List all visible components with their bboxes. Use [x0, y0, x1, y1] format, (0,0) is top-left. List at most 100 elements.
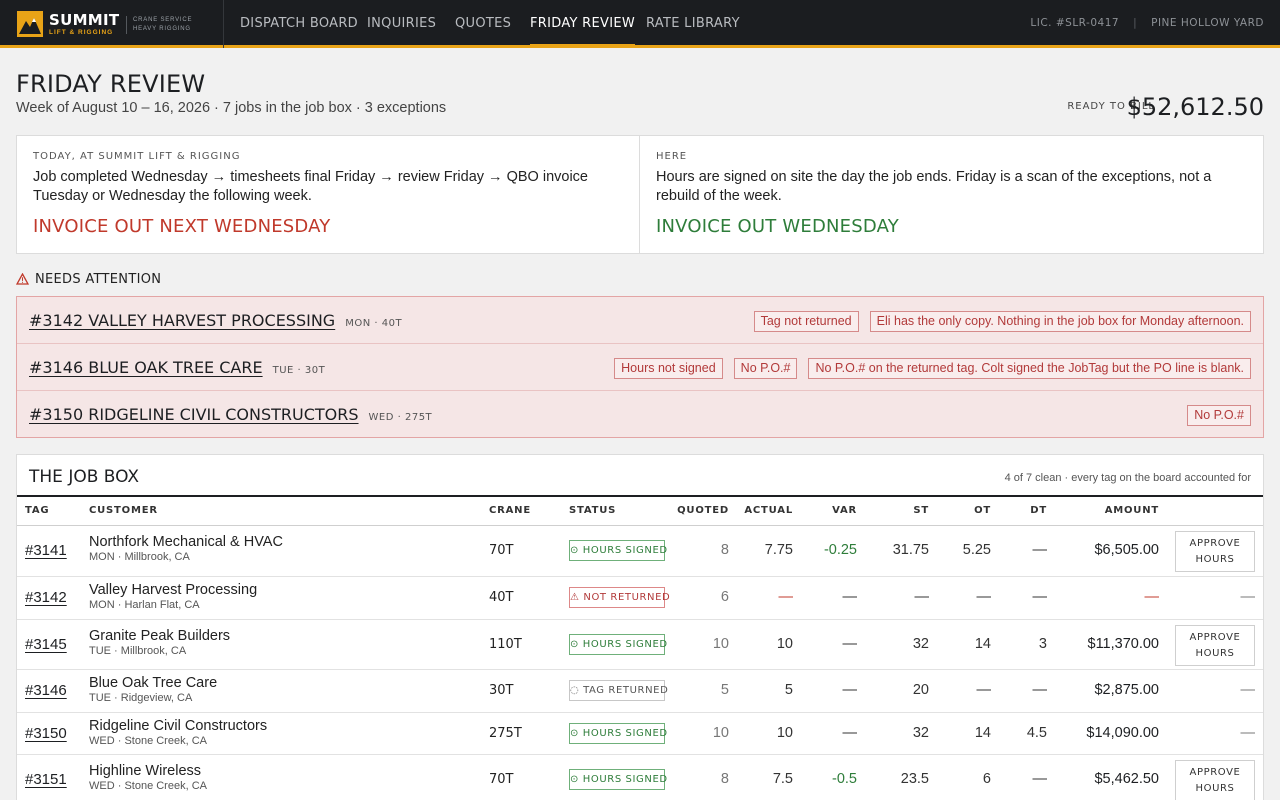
nav-inquiries[interactable]: INQUIRIES: [367, 0, 436, 48]
dt-hours: 3: [1038, 636, 1047, 652]
approve-label: HOURS: [1195, 554, 1235, 565]
quoted-hours: 10: [712, 636, 729, 652]
customer-name: Valley Harvest Processing: [89, 582, 258, 598]
brand-logo[interactable]: SUMMIT LIFT & RIGGING CRANE SERVICE HEAV…: [0, 0, 224, 48]
attention-job-link[interactable]: #3150 RIDGELINE CIVIL CONSTRUCTORS WED · …: [29, 405, 432, 424]
job-box-summary: 4 of 7 clean · every tag on the board ac…: [1004, 472, 1251, 484]
actual-hours: 10: [776, 636, 793, 652]
attention-job-meta: MON · 40T: [345, 318, 403, 329]
tag-link[interactable]: #3145: [25, 636, 67, 653]
approve-hours-button[interactable]: APPROVE HOURS: [1175, 625, 1255, 666]
status-badge: ⚠ NOT RETURNED: [569, 587, 670, 608]
nav-dispatch-board[interactable]: DISPATCH BOARD: [240, 0, 358, 48]
col-header-tag[interactable]: TAG: [25, 505, 49, 516]
amount: $5,462.50: [1094, 771, 1159, 787]
col-header-crane[interactable]: CRANE: [489, 505, 531, 516]
table-row[interactable]: #3145 Granite Peak Builders TUE · Millbro…: [17, 620, 1263, 670]
attention-job-meta: WED · 275T: [368, 412, 433, 423]
nav-friday-review[interactable]: FRIDAY REVIEW: [530, 0, 636, 48]
customer-name: Granite Peak Builders: [89, 628, 231, 644]
exception-chip: No P.O.#: [733, 358, 798, 379]
col-header-ot[interactable]: OT: [931, 505, 991, 516]
col-header-amount[interactable]: AMOUNT: [1059, 505, 1159, 516]
tag-link[interactable]: #3150: [25, 725, 67, 742]
amount: $6,505.00: [1094, 542, 1159, 558]
variance: -0.25: [823, 542, 857, 558]
check-circle-icon: ⊙: [570, 774, 579, 785]
exception-chip: Tag not returned: [753, 311, 859, 332]
col-header-actual[interactable]: ACTUAL: [733, 505, 793, 516]
attention-row[interactable]: #3150 RIDGELINE CIVIL CONSTRUCTORS WED · …: [17, 391, 1263, 438]
pending-circle-icon: ◌: [570, 685, 580, 696]
yard-name: PINE HOLLOW YARD: [1151, 17, 1264, 29]
table-row[interactable]: #3150 Ridgeline Civil Constructors WED · …: [17, 713, 1263, 755]
tag-link[interactable]: #3146: [25, 682, 67, 699]
ot-hours: —: [976, 682, 992, 698]
st-hours: 32: [912, 725, 929, 741]
brand-tagline: CRANE SERVICE HEAVY RIGGING: [126, 16, 192, 34]
table-row[interactable]: #3142 Valley Harvest Processing MON · Har…: [17, 577, 1263, 620]
tag-link[interactable]: #3151: [25, 771, 67, 788]
divider: [17, 495, 1263, 497]
approve-label: HOURS: [1195, 648, 1235, 659]
dt-hours: —: [1032, 682, 1048, 698]
customer-cell: Granite Peak Builders TUE · Millbrook, CA: [89, 628, 230, 657]
no-action: —: [1240, 589, 1256, 605]
actual-hours: 7.75: [764, 542, 793, 558]
customer-cell: Ridgeline Civil Constructors WED · Stone …: [89, 718, 267, 747]
attention-row[interactable]: #3142 VALLEY HARVEST PROCESSING MON · 40T…: [17, 297, 1263, 344]
actual-hours: 7.5: [772, 771, 793, 787]
col-header-status[interactable]: STATUS: [569, 505, 616, 516]
exception-note-chip: No P.O.# on the returned tag. Colt signe…: [808, 358, 1251, 379]
approve-label: APPROVE: [1189, 767, 1241, 778]
col-header-var[interactable]: VAR: [797, 505, 857, 516]
attention-job-title: #3146 BLUE OAK TREE CARE: [29, 358, 263, 377]
brand-sub: LIFT & RIGGING: [49, 29, 114, 36]
amount: $14,090.00: [1086, 725, 1159, 741]
tag-link[interactable]: #3141: [25, 542, 67, 559]
attention-job-title: #3142 VALLEY HARVEST PROCESSING: [29, 311, 336, 330]
top-bar: SUMMIT LIFT & RIGGING CRANE SERVICE HEAV…: [0, 0, 1280, 48]
panel-text: Job completed Wednesday → timesheets fin…: [33, 169, 588, 204]
approve-label: APPROVE: [1189, 632, 1241, 643]
attention-job-link[interactable]: #3142 VALLEY HARVEST PROCESSING MON · 40T: [29, 311, 402, 330]
no-action: —: [1240, 682, 1256, 698]
ot-hours: —: [976, 589, 992, 605]
st-hours: 32: [912, 636, 929, 652]
customer-name: Ridgeline Civil Constructors: [89, 718, 268, 734]
col-header-customer[interactable]: CUSTOMER: [89, 505, 158, 516]
dt-hours: —: [1032, 589, 1048, 605]
customer-cell: Blue Oak Tree Care TUE · Ridgeview, CA: [89, 675, 217, 704]
status-badge: ⊙ HOURS SIGNED: [569, 540, 668, 561]
nav-rate-library[interactable]: RATE LIBRARY: [646, 0, 740, 48]
amount: $2,875.00: [1094, 682, 1159, 698]
col-header-st[interactable]: ST: [869, 505, 929, 516]
brand-tag-line-2: HEAVY RIGGING: [133, 26, 191, 32]
attention-job-link[interactable]: #3146 BLUE OAK TREE CARE TUE · 30T: [29, 358, 325, 377]
status-label: HOURS SIGNED: [582, 545, 668, 556]
approve-hours-button[interactable]: APPROVE HOURS: [1175, 531, 1255, 572]
attention-job-title: #3150 RIDGELINE CIVIL CONSTRUCTORS: [29, 405, 359, 424]
col-header-quoted[interactable]: QUOTED: [669, 505, 729, 516]
dt-hours: —: [1032, 771, 1048, 787]
table-row[interactable]: #3141 Northfork Mechanical & HVAC MON · M…: [17, 526, 1263, 577]
license-number: LIC. #SLR-0417: [1030, 17, 1120, 29]
current-process-panel: TODAY, AT SUMMIT LIFT & RIGGING Job comp…: [17, 136, 640, 253]
table-row[interactable]: #3151 Highline Wireless WED · Stone Creek…: [17, 755, 1263, 800]
nav-quotes[interactable]: QUOTES: [455, 0, 511, 48]
crane-size: 70T: [489, 543, 514, 558]
approve-hours-button[interactable]: APPROVE HOURS: [1175, 760, 1255, 800]
attention-row[interactable]: #3146 BLUE OAK TREE CARE TUE · 30T Hours …: [17, 344, 1263, 391]
col-header-dt[interactable]: DT: [987, 505, 1047, 516]
approve-label: HOURS: [1195, 783, 1235, 794]
approve-label: APPROVE: [1189, 538, 1241, 549]
crane-size: 110T: [489, 637, 522, 652]
warning-icon: [15, 272, 30, 289]
tag-link[interactable]: #3142: [25, 589, 67, 606]
attention-chips: Tag not returned Eli has the only copy. N…: [743, 311, 1251, 332]
exception-chip: No P.O.#: [1187, 405, 1251, 426]
actual-hours: 5: [784, 682, 793, 698]
job-box: THE JOB BOX 4 of 7 clean · every tag on …: [16, 454, 1264, 800]
table-row[interactable]: #3146 Blue Oak Tree Care TUE · Ridgeview,…: [17, 670, 1263, 713]
customer-location: TUE · Millbrook, CA: [89, 645, 187, 657]
